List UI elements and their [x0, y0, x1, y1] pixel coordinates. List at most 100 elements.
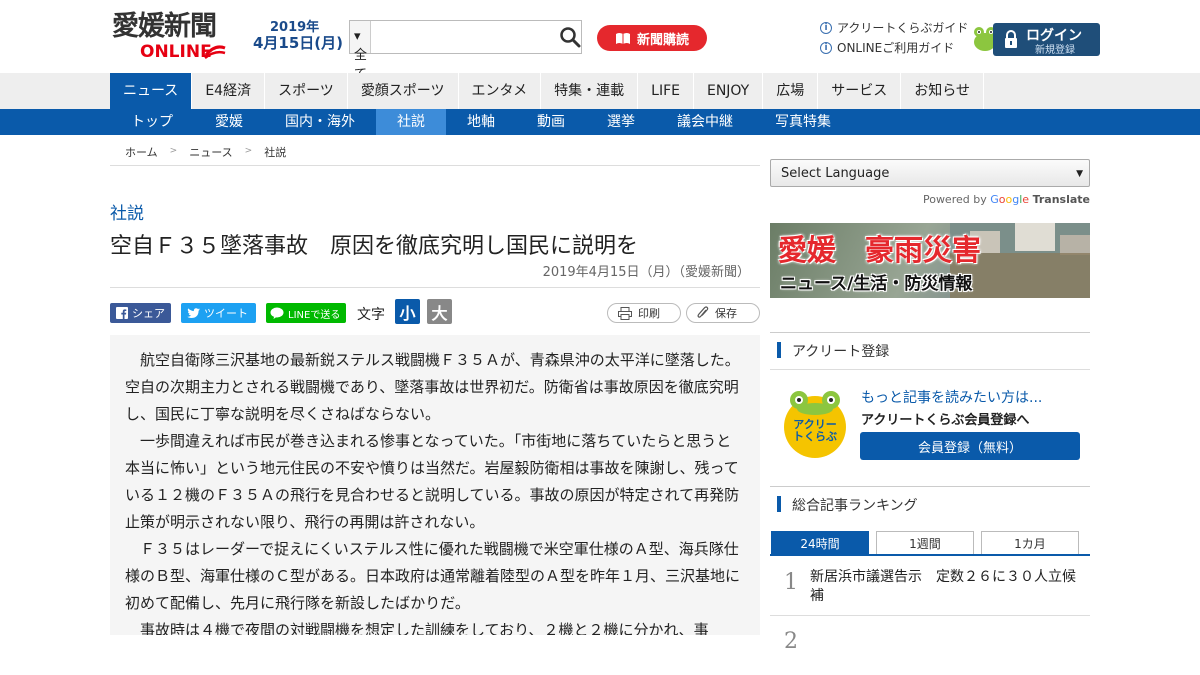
- header-links: i アクリートくらぶガイド i ONLINEご利用ガイド: [820, 18, 968, 58]
- search-button[interactable]: [559, 21, 581, 53]
- powered-by-label: Powered by: [922, 193, 987, 206]
- acrete-question[interactable]: もっと記事を読みたい方は...: [861, 387, 1042, 407]
- info-icon: i: [820, 22, 832, 34]
- acrete-register-box: アクリートくらぶ もっと記事を読みたい方は... アクリートくらぶ会員登録へ 会…: [770, 369, 1090, 476]
- printer-icon: [618, 306, 632, 320]
- acrete-headline[interactable]: アクリートくらぶ会員登録へ: [861, 409, 1029, 428]
- subnav-video[interactable]: 動画: [516, 109, 586, 135]
- logo-online-text: ONLINE: [140, 42, 212, 62]
- dropdown-arrow-icon: ▼: [1076, 169, 1083, 179]
- font-small-button[interactable]: 小: [395, 299, 420, 324]
- date-day: 4月15日(月): [253, 34, 344, 52]
- article-paragraph: Ｆ３５はレーダーで捉えにくいステルス性に優れた戦闘機で米空軍仕様のＡ型、海兵隊仕…: [125, 540, 741, 612]
- subnav-editorial[interactable]: 社説: [376, 109, 446, 135]
- subnav-elections[interactable]: 選挙: [586, 109, 656, 135]
- site-logo[interactable]: 愛媛新聞 ONLINE: [112, 12, 237, 62]
- subscribe-label: 新聞購読: [636, 32, 689, 48]
- search-input[interactable]: [371, 21, 559, 53]
- google-logo: Google: [990, 193, 1030, 206]
- search-bar: ▾ 全て: [349, 20, 582, 82]
- nav-entertainment[interactable]: エンタメ: [459, 73, 542, 109]
- disaster-banner[interactable]: 愛媛 豪雨災害 ニュース/生活・防災情報: [770, 223, 1090, 298]
- guide-link-acrete[interactable]: i アクリートくらぶガイド: [820, 18, 968, 38]
- subscribe-button[interactable]: 新聞購読: [597, 25, 707, 51]
- breadcrumb-home[interactable]: ホーム: [125, 144, 158, 165]
- print-label: 印刷: [638, 307, 660, 320]
- tab-1-week[interactable]: 1週間: [876, 531, 974, 554]
- print-button[interactable]: 印刷: [607, 303, 681, 323]
- breadcrumb-separator-icon: >: [169, 146, 178, 156]
- article-paragraph: 航空自衛隊三沢基地の最新鋭ステルス戦闘機Ｆ３５Ａが、青森県沖の太平洋に墜落した。…: [125, 351, 740, 423]
- nav-features[interactable]: 特集・連載: [541, 73, 639, 109]
- powered-by-google-translate: Powered by Google Translate: [923, 193, 1090, 206]
- tab-1-month[interactable]: 1カ月: [981, 531, 1079, 554]
- nav-e4-economy[interactable]: E4経済: [192, 73, 266, 109]
- subnav-chijiku[interactable]: 地軸: [446, 109, 516, 135]
- banner-subtitle: ニュース/生活・防災情報: [780, 274, 973, 294]
- facebook-icon: [116, 307, 128, 319]
- article-category: 社説: [110, 204, 144, 224]
- subnav-national-world[interactable]: 国内・海外: [264, 109, 376, 135]
- twitter-bird-icon: [187, 307, 200, 318]
- nav-news[interactable]: ニュース: [110, 73, 193, 109]
- breadcrumb-news[interactable]: ニュース: [189, 144, 232, 165]
- nav-plaza[interactable]: 広場: [763, 73, 819, 109]
- breadcrumb-separator-icon: >: [244, 146, 253, 156]
- lock-icon: [1005, 30, 1017, 48]
- save-button[interactable]: 保存: [686, 303, 760, 323]
- guide-link-online[interactable]: i ONLINEご利用ガイド: [820, 38, 968, 58]
- ranking-heading: 総合記事ランキング: [770, 486, 1090, 520]
- acrete-club-logo: アクリートくらぶ: [779, 387, 851, 459]
- translate-label: Translate: [1032, 193, 1090, 206]
- facebook-share-button[interactable]: シェア: [110, 303, 171, 323]
- article-title: 空自Ｆ３５墜落事故 原因を徹底究明し国民に説明を: [110, 234, 639, 259]
- nav-notices[interactable]: お知らせ: [901, 73, 984, 109]
- article-toolbar: シェア ツイート LINEで送る 文字 小 大 印刷 保存: [110, 287, 760, 335]
- article-date-source: 2019年4月15日（月）（愛媛新聞）: [542, 265, 750, 280]
- main-nav: ニュース E4経済 スポーツ 愛顔スポーツ エンタメ 特集・連載 LIFE EN…: [0, 73, 1200, 109]
- logo-swoosh-icon: [204, 45, 226, 59]
- sub-nav: トップ 愛媛 国内・海外 社説 地軸 動画 選挙 議会中継 写真特集: [0, 109, 1200, 135]
- article-paragraph: 事故時は４機で夜間の対戦闘機を想定した訓練をしており、２機と２機に分かれ、事: [140, 621, 709, 635]
- font-large-button[interactable]: 大: [427, 299, 452, 324]
- logo-text: 愛媛新聞: [112, 11, 217, 42]
- share-label: シェア: [132, 307, 165, 320]
- language-select-label: Select Language: [781, 166, 890, 181]
- twitter-tweet-button[interactable]: ツイート: [181, 303, 256, 323]
- tweet-label: ツイート: [204, 307, 248, 320]
- line-label: LINEで送る: [288, 309, 341, 321]
- line-send-button[interactable]: LINEで送る: [266, 303, 346, 323]
- nav-enjoy[interactable]: ENJOY: [694, 73, 764, 109]
- acrete-club-logo-text: アクリートくらぶ: [793, 418, 837, 443]
- breadcrumb: ホーム > ニュース > 社説: [110, 144, 760, 166]
- subnav-assembly-live[interactable]: 議会中継: [656, 109, 754, 135]
- nav-sports[interactable]: スポーツ: [265, 73, 348, 109]
- nav-services[interactable]: サービス: [818, 73, 902, 109]
- font-size-label: 文字: [357, 307, 385, 323]
- subnav-photo-features[interactable]: 写真特集: [754, 109, 852, 135]
- site-header: 愛媛新聞 ONLINE 2019年 4月15日(月) ▾ 全て 新聞購読 iアク…: [0, 0, 1200, 82]
- nav-life[interactable]: LIFE: [638, 73, 694, 109]
- line-icon: [270, 307, 284, 319]
- paperclip-icon: [697, 306, 709, 318]
- guide-link-label: アクリートくらぶガイド: [837, 21, 969, 35]
- article-body: 航空自衛隊三沢基地の最新鋭ステルス戦闘機Ｆ３５Ａが、青森県沖の太平洋に墜落した。…: [110, 335, 760, 635]
- guide-link-label: ONLINEご利用ガイド: [837, 41, 955, 55]
- save-label: 保存: [715, 307, 737, 320]
- ranking-item[interactable]: 1 新居浜市議選告示 定数２６に３０人立候補: [770, 558, 1090, 616]
- login-button[interactable]: ログイン 新規登録: [993, 23, 1100, 56]
- search-scope-select[interactable]: ▾ 全て: [350, 21, 371, 82]
- ranking-number: 2: [784, 629, 798, 654]
- banner-title: 愛媛 豪雨災害: [778, 233, 982, 267]
- tab-24-hours[interactable]: 24時間: [771, 531, 869, 554]
- subnav-ehime[interactable]: 愛媛: [194, 109, 264, 135]
- member-register-button[interactable]: 会員登録（無料）: [860, 432, 1080, 460]
- breadcrumb-editorial: 社説: [264, 146, 287, 159]
- language-select[interactable]: Select Language ▼: [770, 159, 1090, 187]
- register-label: 新規登録: [1035, 45, 1075, 56]
- newspaper-icon: [615, 32, 630, 44]
- ranking-number: 1: [784, 570, 798, 595]
- subnav-top[interactable]: トップ: [110, 109, 194, 135]
- nav-ehime-sports[interactable]: 愛顔スポーツ: [348, 73, 459, 109]
- ranking-item[interactable]: 2: [770, 617, 1090, 675]
